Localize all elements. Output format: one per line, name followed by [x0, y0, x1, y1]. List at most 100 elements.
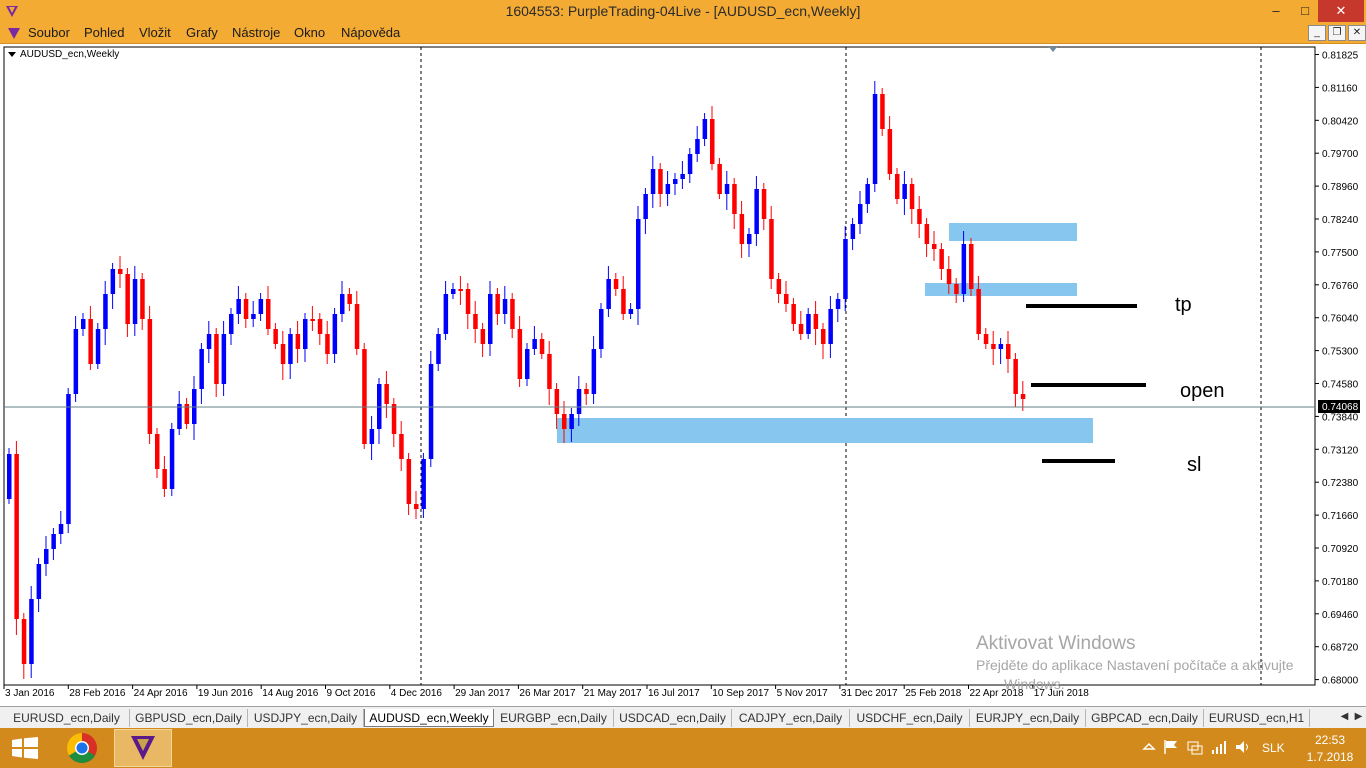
metatrader-taskbar-button[interactable]: [114, 729, 172, 767]
menu-vlozit[interactable]: Vložit: [139, 25, 171, 40]
candle-body: [118, 269, 123, 274]
date-tick-label: 31 Dec 2017: [841, 688, 898, 699]
close-button[interactable]: ✕: [1318, 0, 1364, 22]
show-hidden-icons-icon[interactable]: [1140, 738, 1158, 756]
menu-soubor[interactable]: Soubor: [28, 25, 70, 40]
candle-body: [798, 324, 804, 334]
candle-body: [51, 534, 56, 549]
candle-body: [717, 164, 722, 194]
candle-body: [547, 354, 552, 389]
candlestick-chart[interactable]: 0.81825 0.81160 0.80420 0.79700 0.78960 0.782…: [0, 44, 1366, 706]
price-tick-label: 0.73840: [1322, 412, 1359, 423]
menu-okno[interactable]: Okno: [294, 25, 325, 40]
language-indicator[interactable]: SLK: [1262, 741, 1285, 755]
candle-body: [983, 334, 989, 344]
clock-time[interactable]: 22:53: [1302, 733, 1358, 747]
activation-watermark-text: Přejděte do aplikace Nastavení počítače …: [976, 657, 1294, 673]
candle-body: [525, 349, 530, 379]
date-tick-label: 21 May 2017: [584, 688, 642, 699]
candle-body: [821, 329, 826, 344]
tab-usdjpy-daily[interactable]: USDJPY_ecn,Daily: [248, 709, 364, 727]
clock-date[interactable]: 1.7.2018: [1302, 750, 1358, 764]
candle-body: [532, 339, 537, 349]
candle-body: [391, 404, 397, 434]
candle-body: [132, 279, 138, 324]
volume-icon[interactable]: [1234, 738, 1252, 756]
title-bar: 1604553: PurpleTrading-04Live - [AUDUSD_…: [0, 0, 1366, 23]
candle-body: [517, 329, 523, 379]
tab-usdchf-daily[interactable]: USDCHF_ecn,Daily: [850, 709, 970, 727]
menu-pohled[interactable]: Pohled: [84, 25, 124, 40]
price-tick-label: 0.68720: [1322, 643, 1359, 654]
windows-start-icon[interactable]: [12, 737, 38, 759]
tab-cadjpy-daily[interactable]: CADJPY_ecn,Daily: [732, 709, 850, 727]
candle-body: [502, 299, 508, 314]
tab-gbpusd-daily[interactable]: GBPUSD_ecn,Daily: [130, 709, 248, 727]
tab-eurusd-h1[interactable]: EURUSD_ecn,H1: [1204, 709, 1310, 727]
tab-eurjpy-daily[interactable]: EURJPY_ecn,Daily: [970, 709, 1086, 727]
signal-icon[interactable]: [1210, 738, 1228, 756]
mdi-close-button[interactable]: ✕: [1348, 25, 1366, 41]
price-tick-label: 0.70920: [1322, 544, 1359, 555]
price-tick-label: 0.75300: [1322, 347, 1359, 358]
candle-body: [932, 244, 937, 249]
flag-icon[interactable]: [1162, 738, 1180, 756]
symbol-label: AUDUSD_ecn,Weekly: [20, 49, 120, 60]
candle-body: [613, 279, 619, 289]
candle-body: [599, 309, 604, 349]
candle-body: [747, 234, 752, 244]
candle-body: [880, 94, 885, 129]
candle-body: [761, 189, 767, 219]
candle-body: [510, 299, 515, 329]
date-tick-label: 4 Dec 2016: [391, 688, 443, 699]
candle-body: [354, 304, 360, 349]
menu-nastroje[interactable]: Nástroje: [232, 25, 280, 40]
candle-body: [591, 349, 597, 394]
candle-body: [628, 309, 634, 314]
tab-gbpcad-daily[interactable]: GBPCAD_ecn,Daily: [1086, 709, 1204, 727]
candle-body: [576, 389, 582, 414]
window-title: 1604553: PurpleTrading-04Live - [AUDUSD_…: [505, 3, 861, 19]
open-label: open: [1180, 380, 1225, 402]
menu-grafy[interactable]: Grafy: [186, 25, 218, 40]
maximize-button[interactable]: □: [1292, 0, 1318, 22]
candle-body: [214, 334, 219, 384]
candle-body: [835, 299, 841, 309]
menu-napoveda[interactable]: Nápověda: [341, 25, 400, 40]
candle-body: [236, 299, 241, 314]
candle-body: [103, 294, 108, 329]
tab-usdcad-daily[interactable]: USDCAD_ecn,Daily: [614, 709, 732, 727]
network-icon[interactable]: [1186, 738, 1204, 756]
candle-body: [273, 329, 278, 344]
symbol-dropdown-icon[interactable]: [8, 52, 16, 57]
candle-body: [473, 314, 478, 329]
candle-body: [887, 129, 893, 174]
candle-body: [340, 294, 345, 314]
mdi-restore-button[interactable]: ❐: [1328, 25, 1346, 41]
price-chart[interactable]: 0.81825 0.81160 0.80420 0.79700 0.78960 0.782…: [0, 44, 1366, 706]
candle-body: [673, 179, 678, 184]
shift-marker: [1049, 47, 1057, 52]
minimize-button[interactable]: –: [1260, 0, 1292, 22]
candle-body: [754, 189, 759, 234]
mdi-minimize-button[interactable]: _: [1308, 25, 1326, 41]
candle-body: [436, 334, 441, 364]
metatrader-icon: [131, 736, 155, 760]
tab-scroll-right-icon[interactable]: ▶: [1352, 709, 1365, 727]
supply-zone-upper: [949, 223, 1077, 241]
candle-body: [769, 219, 774, 279]
chrome-icon[interactable]: [54, 729, 110, 767]
candle-body: [155, 434, 160, 469]
chart-window-icon[interactable]: [7, 27, 21, 40]
tab-eurusd-daily[interactable]: EURUSD_ecn,Daily: [4, 709, 130, 727]
candle-body: [88, 319, 93, 364]
candle-body: [451, 289, 456, 294]
tab-scroll-left-icon[interactable]: ◀: [1338, 709, 1351, 727]
candle-body: [621, 289, 626, 314]
candle-body: [539, 339, 545, 354]
tab-eurgbp-daily[interactable]: EURGBP_ecn,Daily: [494, 709, 614, 727]
date-tick-label: 24 Apr 2016: [134, 688, 188, 699]
candle-body: [784, 294, 789, 304]
tab-audusd-weekly[interactable]: AUDUSD_ecn,Weekly: [364, 709, 494, 727]
candle-body: [399, 434, 404, 459]
